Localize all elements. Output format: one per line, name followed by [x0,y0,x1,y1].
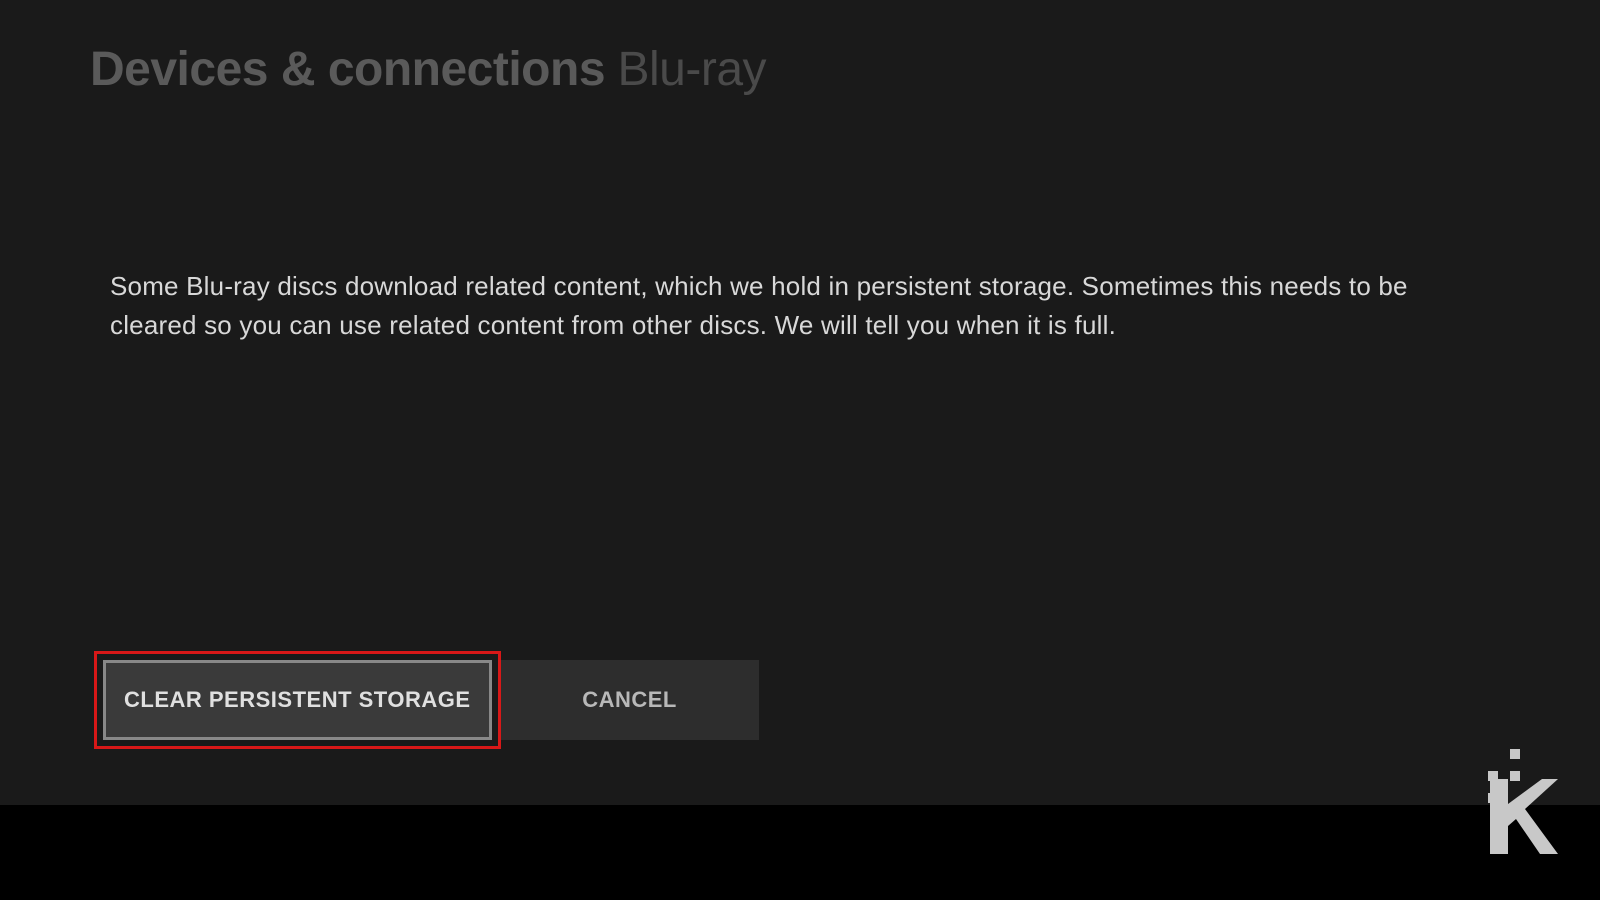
cancel-button[interactable]: CANCEL [501,660,759,740]
clear-persistent-storage-button[interactable]: CLEAR PERSISTENT STORAGE [103,660,492,740]
page-header: Devices & connections Blu-ray [0,0,1600,97]
header-title: Devices & connections [90,43,605,96]
bottom-bar [0,805,1600,900]
header-subtitle: Blu-ray [617,43,766,96]
watermark-logo [1438,749,1558,864]
selection-highlight: CLEAR PERSISTENT STORAGE [94,651,501,749]
content-area: Devices & connections Blu-ray Some Blu-r… [0,0,1600,805]
button-row: CLEAR PERSISTENT STORAGE CANCEL [94,651,759,749]
description-text: Some Blu-ray discs download related cont… [0,97,1600,345]
